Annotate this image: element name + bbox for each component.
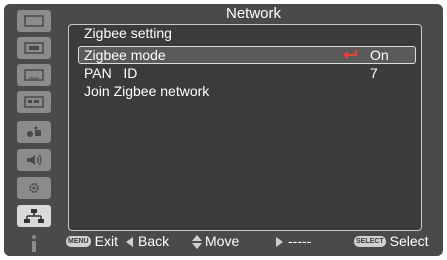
sidebar-item-screen[interactable]	[6, 62, 62, 88]
back-hint: Back	[126, 231, 169, 252]
display-icon	[24, 15, 44, 27]
next-label: -----	[288, 233, 312, 249]
network-menu: Network	[4, 4, 443, 256]
sidebar-item-info[interactable]	[6, 230, 62, 256]
sidebar-item-sound[interactable]	[6, 147, 62, 173]
row-value: On	[370, 47, 389, 63]
row-label: Zigbee mode	[84, 47, 166, 63]
right-arrow-icon	[276, 236, 283, 247]
sidebar-item-display[interactable]	[6, 8, 62, 34]
sidebar-item-network[interactable]	[6, 203, 62, 229]
info-icon	[32, 235, 36, 252]
help-bar: MENU Exit Back Move ----- SELECT Select	[60, 231, 439, 252]
settings-gear-icon	[29, 183, 39, 193]
screen-icon	[24, 69, 44, 81]
panel-title: Zigbee setting	[84, 25, 172, 41]
setting-icon	[24, 96, 44, 108]
row-value: 7	[370, 65, 378, 81]
picture-adjust-icon	[24, 42, 44, 54]
up-down-arrow-icon	[192, 234, 202, 249]
row-label: Join Zigbee network	[84, 83, 210, 99]
menu-button-icon: MENU	[66, 236, 91, 247]
sound-icon	[27, 154, 42, 166]
select-hint: SELECT Select	[354, 231, 429, 252]
move-label: Move	[205, 233, 240, 249]
left-arrow-icon	[126, 236, 133, 247]
sidebar-item-setting[interactable]	[6, 89, 62, 115]
pan-id-row[interactable]: PAN ID 7	[78, 64, 416, 82]
move-hint: Move	[192, 231, 239, 252]
expand-icon	[27, 126, 41, 137]
menu-title: Network	[225, 5, 281, 22]
back-label: Back	[138, 233, 170, 249]
menu-sidebar	[4, 4, 64, 256]
select-button-icon: SELECT	[354, 236, 386, 247]
exit-label: Exit	[94, 233, 118, 249]
zigbee-mode-row[interactable]: Zigbee mode On	[78, 46, 416, 64]
sidebar-item-expand[interactable]	[6, 119, 62, 145]
exit-hint: MENU Exit	[66, 231, 118, 252]
row-label: PAN ID	[84, 65, 138, 81]
sidebar-item-picture-adjust[interactable]	[6, 35, 62, 61]
select-label: Select	[389, 233, 429, 249]
join-zigbee-network-row[interactable]: Join Zigbee network	[78, 82, 416, 100]
enter-icon	[343, 50, 357, 59]
next-hint: -----	[276, 231, 311, 252]
sidebar-item-settings[interactable]	[6, 175, 62, 201]
network-icon	[24, 209, 44, 223]
